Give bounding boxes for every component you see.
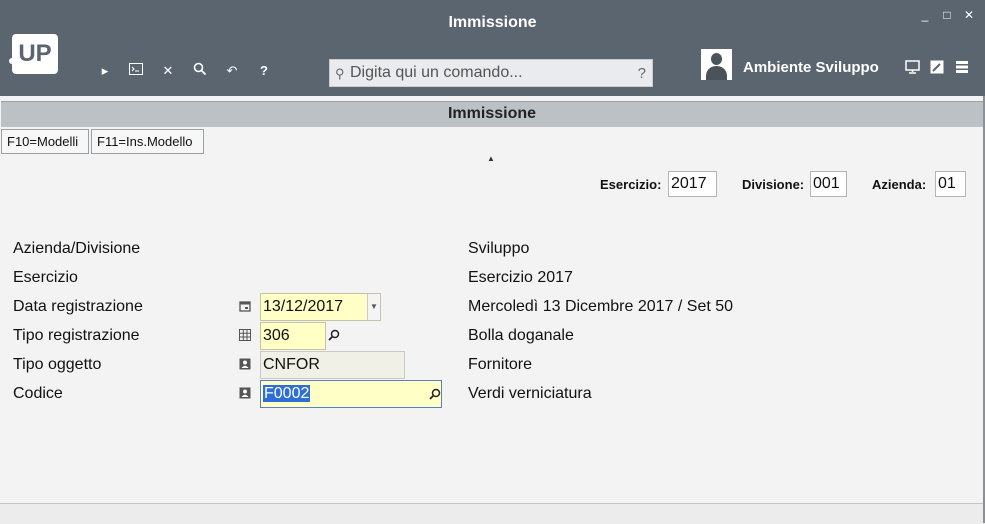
close-window-button[interactable]: ✕ [962, 8, 976, 22]
codice-desc: Verdi verniciatura [468, 385, 592, 402]
menu-icon[interactable] [954, 60, 970, 76]
azienda-divisione-label: Azienda/Divisione [13, 240, 141, 257]
esercizio-desc: Esercizio 2017 [468, 269, 573, 286]
divisione-header-value: 001 [810, 171, 847, 197]
title-bar: Immissione _ □ ✕ UP ▸ ✕ ↶ ? ⚲ ? Ambiente… [0, 0, 985, 96]
close-icon[interactable]: ✕ [159, 62, 177, 80]
undo-icon[interactable]: ↶ [223, 62, 241, 80]
codice-value: F0002 [263, 385, 311, 402]
data-registrazione-label: Data registrazione [13, 298, 143, 315]
esercizio-label: Esercizio [13, 269, 78, 286]
minimize-button[interactable]: _ [918, 8, 932, 22]
tipo-oggetto-label: Tipo oggetto [13, 356, 102, 373]
monitor-icon[interactable] [904, 60, 920, 76]
command-box[interactable]: ⚲ ? [329, 59, 653, 87]
tipo-oggetto-desc: Fornitore [468, 356, 533, 373]
esercizio-header-label: Esercizio: [600, 177, 662, 192]
azienda-header-label: Azienda: [872, 177, 927, 192]
esercizio-header-value: 2017 [668, 171, 717, 197]
status-bar [0, 503, 985, 524]
command-input[interactable] [350, 62, 620, 84]
help-icon[interactable]: ? [255, 62, 273, 80]
search-icon[interactable] [191, 62, 209, 80]
command-help-icon[interactable]: ? [638, 65, 646, 82]
terminal-icon[interactable] [127, 62, 145, 80]
tipo-registrazione-field[interactable]: 306 [260, 322, 326, 350]
data-registrazione-value: 13/12/2017 [263, 298, 344, 315]
calendar-icon[interactable] [238, 300, 252, 314]
edit-icon[interactable] [929, 60, 945, 76]
f11-insert-model-button[interactable]: F11=Ins.Modello [91, 129, 204, 154]
contact-card-icon [238, 387, 252, 401]
collapse-arrow-icon[interactable]: ▲ [487, 154, 495, 163]
azienda-divisione-desc: Sviluppo [468, 240, 530, 257]
play-icon[interactable]: ▸ [96, 62, 114, 80]
tipo-registrazione-desc: Bolla doganale [468, 327, 574, 344]
codice-field[interactable]: F0002 [260, 380, 442, 408]
lookup-icon[interactable] [429, 388, 441, 403]
f10-models-button[interactable]: F10=Modelli [1, 129, 89, 154]
environment-label[interactable]: Ambiente Sviluppo [743, 59, 879, 76]
grid-icon [238, 329, 252, 343]
data-registrazione-field[interactable]: 13/12/2017 ▼ [260, 293, 381, 321]
form-title: Immissione [1, 101, 983, 127]
window-title: Immissione [448, 14, 537, 31]
azienda-header-value: 01 [935, 171, 966, 197]
contact-card-icon [238, 358, 252, 372]
divisione-header-label: Divisione: [742, 177, 805, 192]
tipo-oggetto-field: CNFOR [260, 351, 405, 379]
app-logo: UP [9, 34, 58, 74]
tipo-registrazione-label: Tipo registrazione [13, 327, 140, 344]
chevron-down-icon[interactable]: ▼ [367, 294, 380, 320]
data-registrazione-desc: Mercoledì 13 Dicembre 2017 / Set 50 [468, 298, 734, 315]
maximize-button[interactable]: □ [940, 8, 954, 22]
codice-label: Codice [13, 385, 63, 402]
logo-text: UP [18, 40, 52, 67]
user-avatar[interactable] [701, 49, 732, 80]
command-search-icon: ⚲ [335, 66, 345, 81]
lookup-icon[interactable] [328, 329, 340, 344]
